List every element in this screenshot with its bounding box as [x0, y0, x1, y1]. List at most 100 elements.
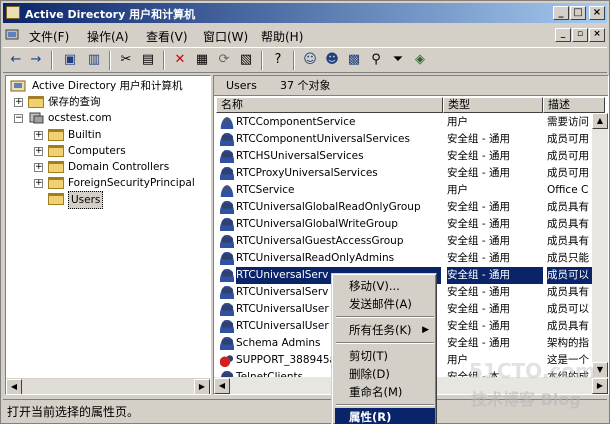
filter-icon[interactable]: ⏷ [389, 51, 407, 69]
folder-icon [48, 177, 64, 189]
paste-icon[interactable]: ▤ [139, 51, 157, 69]
cell-type: 安全组 - 通用 [447, 235, 510, 247]
refresh-icon[interactable]: ⟳ [215, 51, 233, 69]
title-bar: Active Directory 用户和计算机 _ □ × [3, 3, 607, 23]
tree-horizontal-scrollbar[interactable]: ◀ ▶ [6, 378, 210, 394]
column-header-type[interactable]: 类型 [443, 97, 543, 113]
cut-icon[interactable]: ✂ [117, 51, 135, 69]
menu-view[interactable]: 查看(V) [146, 28, 188, 45]
column-header-description[interactable]: 描述 [543, 97, 605, 113]
new-group-icon[interactable]: ☻ [323, 51, 341, 69]
up-folder-icon[interactable]: ▣ [61, 51, 79, 69]
export-list-icon[interactable]: ▧ [237, 51, 255, 69]
cell-type: 安全组 - 通用 [447, 167, 510, 179]
expand-icon[interactable]: + [34, 131, 43, 140]
cell-description: 架构的指 [547, 337, 589, 349]
new-user-icon[interactable]: ☺ [301, 51, 319, 69]
cell-type: 安全组 - 通用 [447, 320, 510, 332]
cell-description: 需要访问 [547, 116, 589, 128]
list-vertical-scrollbar[interactable]: ▲ ▼ [592, 113, 608, 378]
table-row[interactable]: RTCUniversalReadOnlyAdmins 安全组 - 通用 成员只能 [214, 250, 594, 267]
cell-name: RTCComponentService [236, 116, 356, 128]
expand-icon[interactable]: + [14, 98, 23, 107]
group-icon [220, 235, 234, 248]
new-ou-icon[interactable]: ▩ [345, 51, 363, 69]
table-row[interactable]: RTCProxyUniversalServices 安全组 - 通用 成员可用 [214, 165, 594, 182]
context-menu: 移动(V)... 发送邮件(A) 所有任务(K) ▶ 剪切(T) 删除(D) 重… [331, 273, 437, 424]
expand-icon[interactable]: + [34, 147, 43, 156]
group-icon [220, 218, 234, 231]
cell-type: 用户 [447, 184, 468, 196]
table-row[interactable]: RTCUniversalGlobalReadOnlyGroup 安全组 - 通用 成… [214, 199, 594, 216]
collapse-icon[interactable]: − [14, 114, 23, 123]
cell-description: 成员可用 [547, 150, 589, 162]
column-header-name[interactable]: 名称 [216, 97, 443, 113]
cell-name: RTCService [236, 184, 295, 196]
folder-icon [48, 129, 64, 141]
show-tree-icon[interactable]: ▥ [85, 51, 103, 69]
ctx-all-tasks[interactable]: 所有任务(K) ▶ [335, 321, 435, 339]
menu-file[interactable]: 文件(F) [29, 28, 69, 45]
group-icon [220, 320, 234, 333]
cell-name: RTCUniversalGuestAccessGroup [236, 235, 404, 247]
expand-icon[interactable]: + [34, 163, 43, 172]
group-icon [220, 167, 234, 180]
group-icon [220, 201, 234, 214]
ctx-cut[interactable]: 剪切(T) [335, 347, 435, 365]
add-to-group-icon[interactable]: ◈ [411, 51, 429, 69]
cell-name: RTCUniversalGlobalReadOnlyGroup [236, 201, 421, 213]
table-row[interactable]: RTCComponentService 用户 需要访问 [214, 114, 594, 131]
cell-type: 安全组 - 通用 [447, 337, 510, 349]
scroll-left-icon[interactable]: ◀ [214, 378, 230, 394]
table-row[interactable]: RTCUniversalGlobalWriteGroup 安全组 - 通用 成员具有 [214, 216, 594, 233]
ctx-properties[interactable]: 属性(R) [335, 408, 435, 424]
cell-description: 成员具有 [547, 286, 589, 298]
group-icon [220, 252, 234, 265]
folder-icon [48, 145, 64, 157]
ctx-move[interactable]: 移动(V)... [335, 277, 435, 295]
scroll-up-icon[interactable]: ▲ [592, 113, 608, 129]
cell-type: 安全组 - 通用 [447, 252, 510, 264]
scroll-right-icon[interactable]: ▶ [592, 378, 608, 394]
forward-arrow-icon[interactable]: → [27, 51, 45, 69]
table-row[interactable]: RTCUniversalGuestAccessGroup 安全组 - 通用 成员具有 [214, 233, 594, 250]
find-icon[interactable]: ⚲ [367, 51, 385, 69]
mdi-close-button[interactable]: × [589, 28, 605, 42]
group-icon [220, 150, 234, 163]
mdi-minimize-button[interactable]: _ [555, 28, 571, 42]
console-tree: Active Directory 用户和计算机 + 保存的查询 − ocstes… [5, 75, 211, 395]
expand-icon[interactable]: + [34, 179, 43, 188]
console-icon [5, 29, 19, 40]
cell-type: 用户 [447, 116, 468, 128]
toolbar: ← → ▣ ▥ ✂ ▤ ✕ ▦ ⟳ ▧ ? ☺ ☻ ▩ ⚲ ⏷ ◈ [3, 47, 607, 73]
back-arrow-icon[interactable]: ← [7, 51, 25, 69]
menu-action[interactable]: 操作(A) [87, 28, 129, 45]
ctx-send-mail[interactable]: 发送邮件(A) [335, 295, 435, 313]
cell-name: RTCHSUniversalServices [236, 150, 364, 162]
menu-help[interactable]: 帮助(H) [261, 28, 303, 45]
minimize-button[interactable]: _ [553, 6, 569, 20]
close-button[interactable]: × [589, 6, 605, 20]
table-row[interactable]: RTCService 用户 Office C [214, 182, 594, 199]
help-icon[interactable]: ? [269, 51, 287, 69]
scroll-down-icon[interactable]: ▼ [592, 362, 608, 378]
properties-icon[interactable]: ▦ [193, 51, 211, 69]
cell-description: 成员具有 [547, 218, 589, 230]
status-bar: 打开当前选择的属性页。 [3, 399, 607, 419]
ctx-rename[interactable]: 重命名(M) [335, 383, 435, 401]
maximize-button[interactable]: □ [570, 6, 586, 20]
cell-description: 成员可用 [547, 167, 589, 179]
delete-icon[interactable]: ✕ [171, 51, 189, 69]
scroll-left-icon[interactable]: ◀ [6, 379, 22, 394]
table-row[interactable]: RTCComponentUniversalServices 安全组 - 通用 成员可… [214, 131, 594, 148]
cell-description: 成员具有 [547, 235, 589, 247]
table-row[interactable]: RTCHSUniversalServices 安全组 - 通用 成员可用 [214, 148, 594, 165]
ctx-delete[interactable]: 删除(D) [335, 365, 435, 383]
folder-icon [28, 96, 44, 108]
cell-type: 安全组 - 通用 [447, 133, 510, 145]
cell-description: Office C [547, 184, 589, 196]
menu-window[interactable]: 窗口(W) [203, 28, 248, 45]
scroll-right-icon[interactable]: ▶ [194, 379, 210, 394]
object-count: 37 个对象 [280, 79, 331, 92]
mdi-restore-button[interactable]: ▫ [572, 28, 588, 42]
